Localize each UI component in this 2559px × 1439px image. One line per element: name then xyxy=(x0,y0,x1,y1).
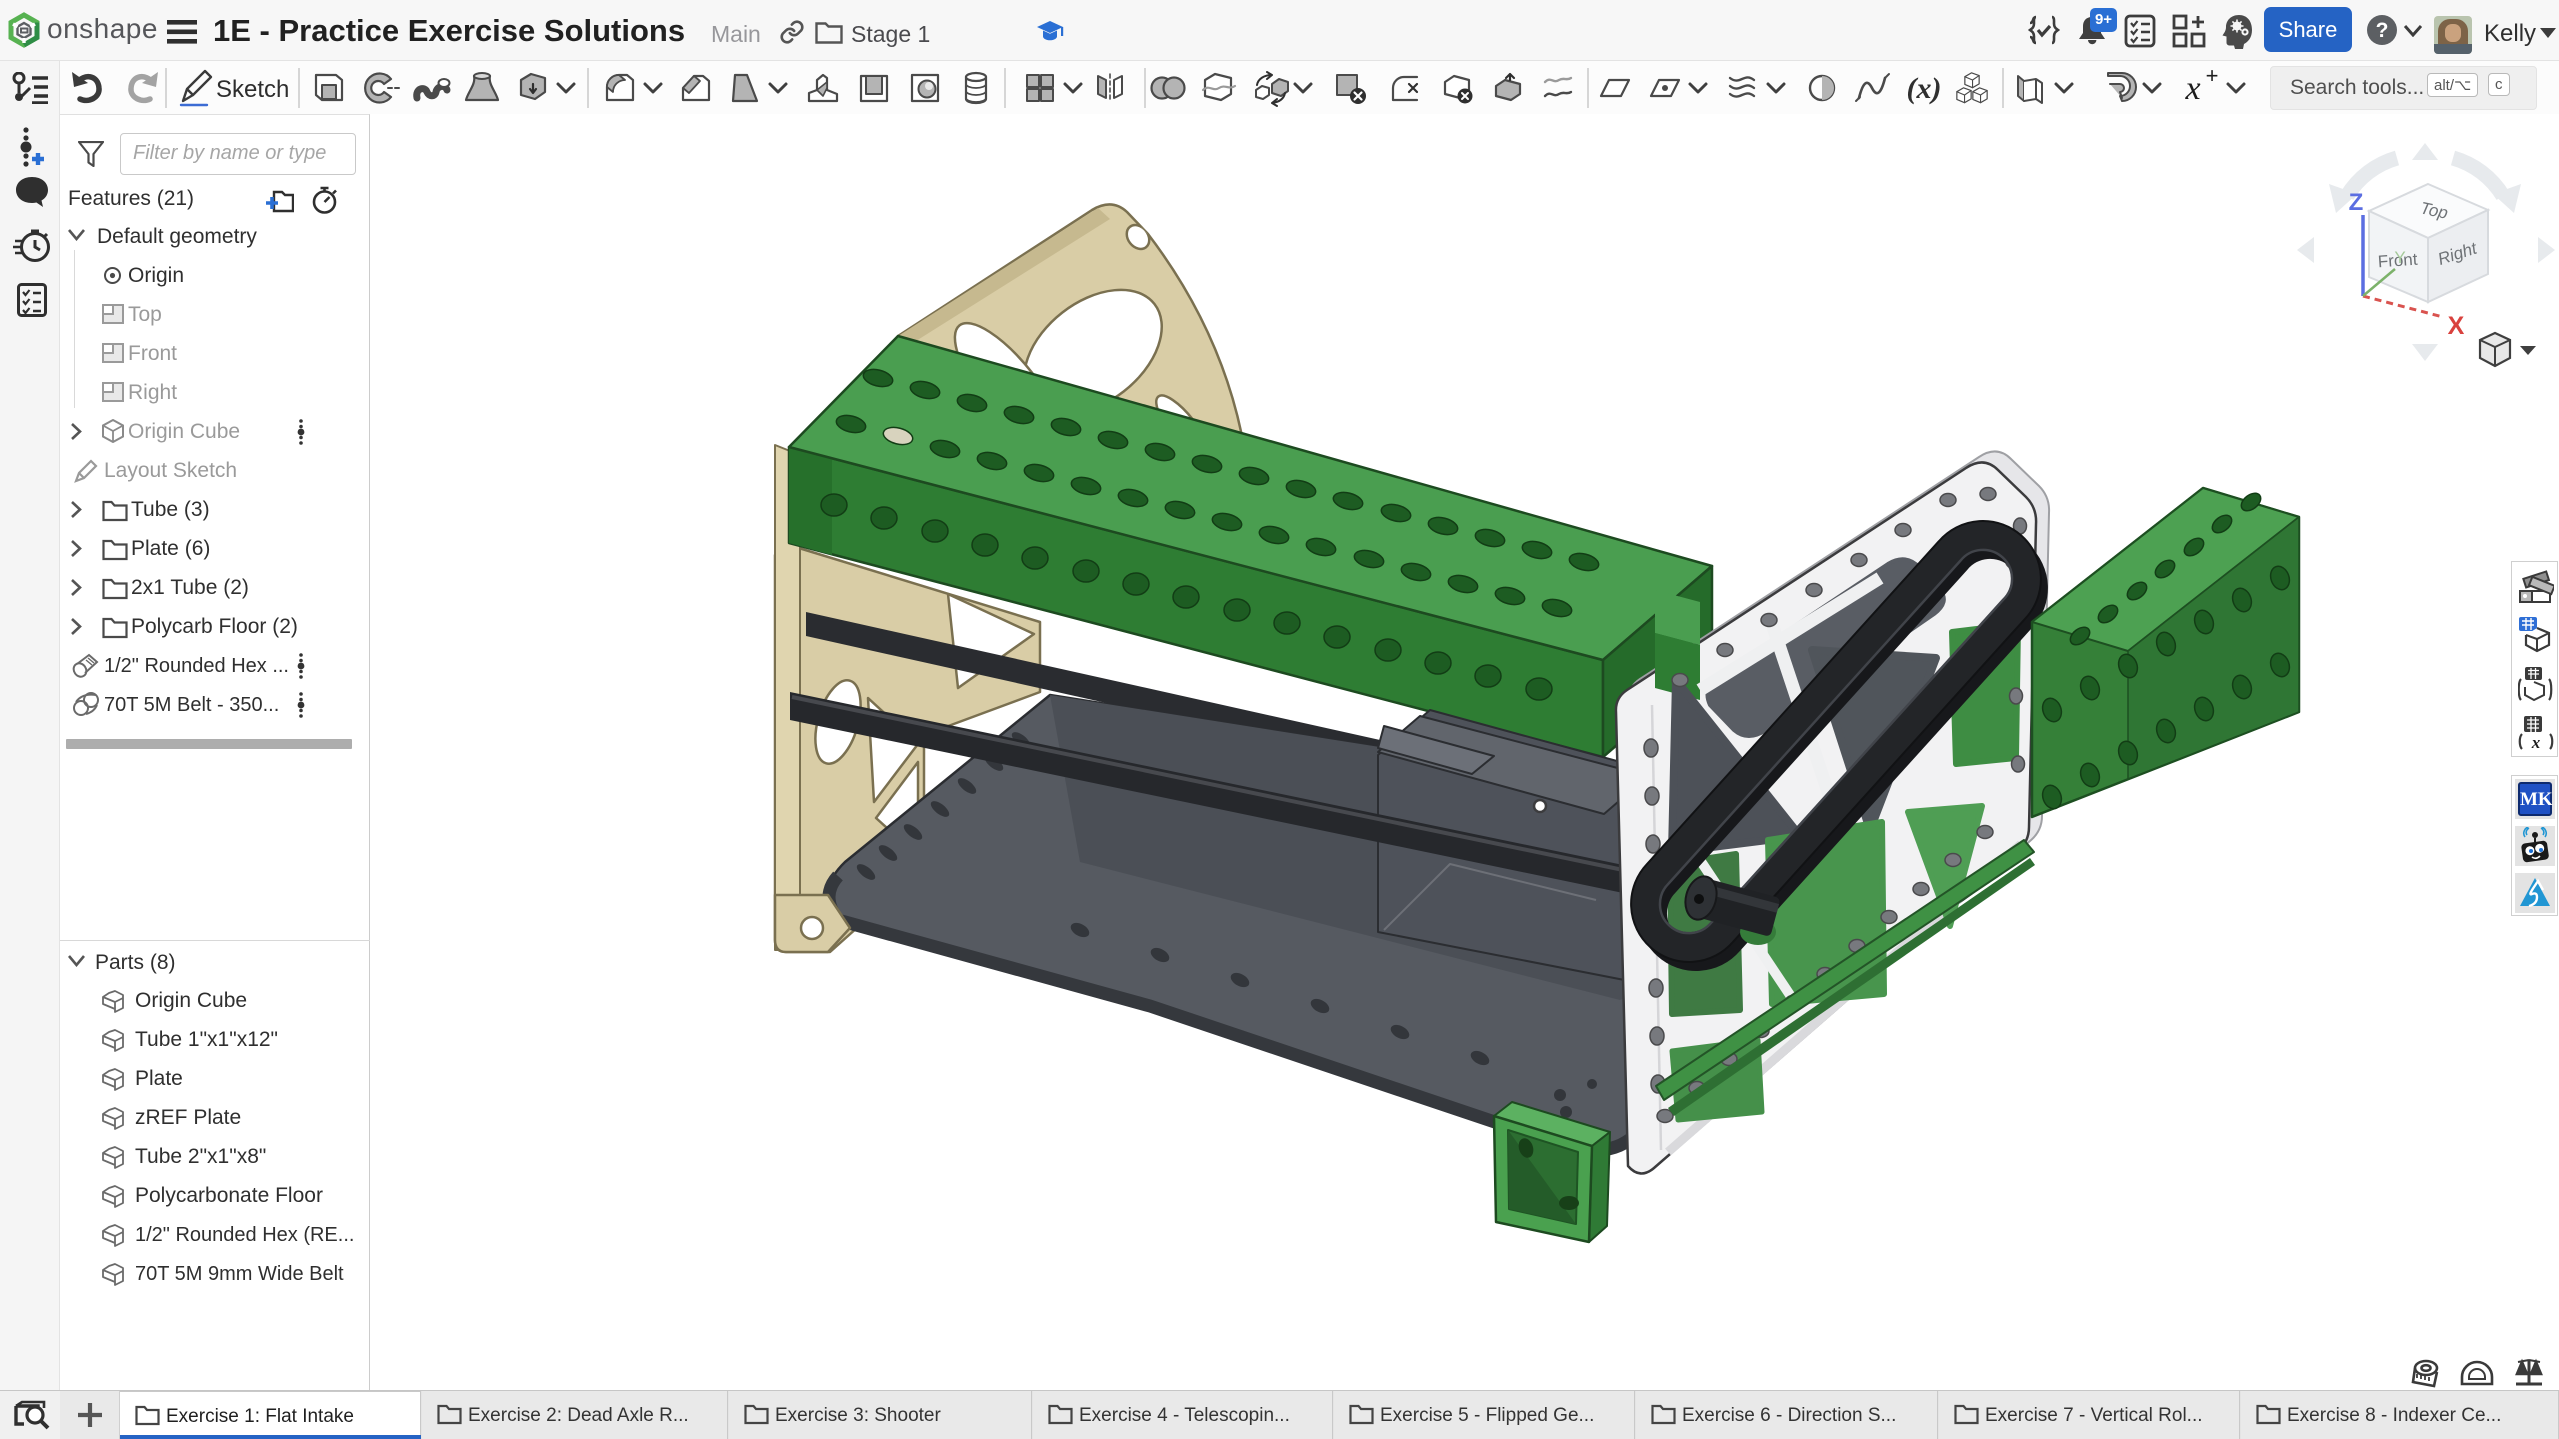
svg-text:(x): (x) xyxy=(1907,72,1942,105)
svg-text:+: + xyxy=(2206,63,2219,88)
svg-text:Z: Z xyxy=(2349,189,2364,216)
svg-text:Sketch: Sketch xyxy=(216,76,289,103)
svg-text:Y: Y xyxy=(2394,248,2405,267)
svg-text:x: x xyxy=(2184,70,2200,107)
svg-text:?: ? xyxy=(2376,19,2389,42)
svg-text:x: x xyxy=(2531,733,2541,752)
svg-text:X: X xyxy=(2448,312,2465,340)
